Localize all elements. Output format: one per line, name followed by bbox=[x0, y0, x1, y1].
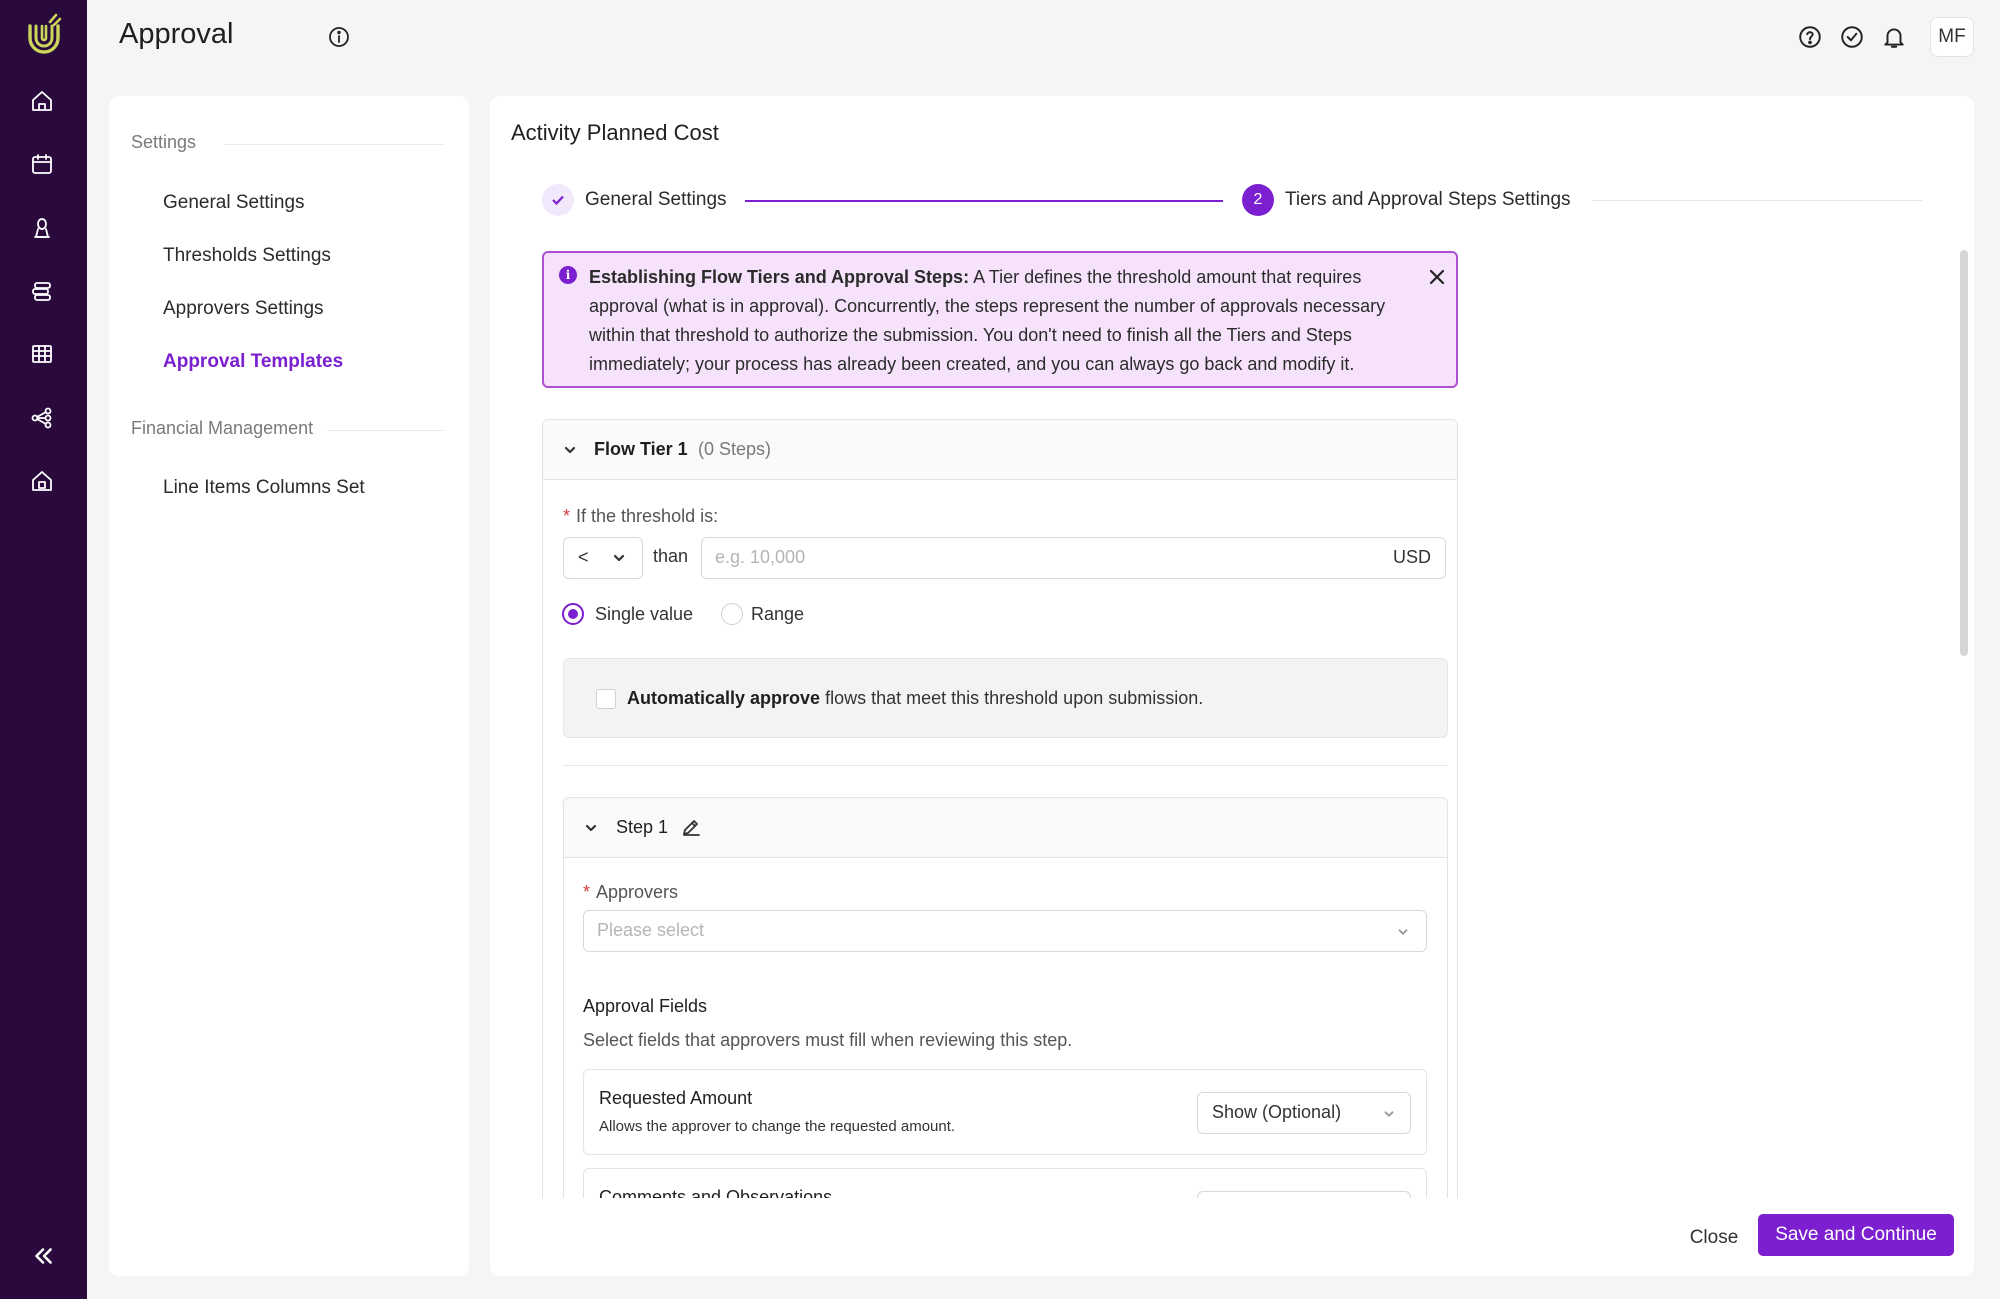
help-icon[interactable] bbox=[1797, 24, 1823, 50]
flow-tier-card: Flow Tier 1 (0 Steps) * If the threshold … bbox=[542, 419, 1458, 1276]
flow-tier-title: Flow Tier 1 bbox=[594, 439, 688, 459]
chevron-down-icon bbox=[612, 551, 626, 565]
info-icon: i bbox=[559, 266, 577, 284]
approvers-label: * Approvers bbox=[583, 882, 679, 902]
group-title-financial-management: Financial Management bbox=[131, 418, 314, 438]
approval-field-name: Requested Amount bbox=[599, 1088, 753, 1108]
threshold-amount-field[interactable]: USD bbox=[701, 537, 1446, 579]
nav-item-thresholds-settings[interactable]: Thresholds Settings bbox=[163, 245, 331, 267]
chevron-down-icon bbox=[1383, 1107, 1395, 1119]
info-banner: i Establishing Flow Tiers and Approval S… bbox=[542, 251, 1458, 388]
close-icon[interactable] bbox=[1427, 267, 1447, 287]
avatar[interactable]: MF bbox=[1930, 17, 1974, 57]
step-complete-check-icon[interactable] bbox=[542, 184, 574, 216]
step-header[interactable]: Step 1 bbox=[564, 798, 1447, 858]
building-icon[interactable] bbox=[28, 467, 56, 495]
divider bbox=[327, 430, 444, 431]
currency-label: USD bbox=[1392, 547, 1431, 567]
stepper-connector bbox=[745, 200, 1223, 202]
close-button[interactable]: Close bbox=[1680, 1218, 1748, 1258]
page-title: Approval bbox=[119, 18, 234, 50]
avatar-initials: MF bbox=[1938, 26, 1966, 47]
approval-fields-title: Approval Fields bbox=[583, 996, 708, 1016]
nav-item-general-settings[interactable]: General Settings bbox=[163, 192, 305, 214]
scrollbar-thumb[interactable] bbox=[1960, 250, 1968, 656]
divider bbox=[224, 144, 444, 145]
divider bbox=[563, 765, 1448, 766]
settings-panel: Settings General Settings Thresholds Set… bbox=[109, 96, 469, 1276]
footer-area bbox=[490, 1198, 1974, 1276]
stepper: General Settings 2 Tiers and Approval St… bbox=[542, 180, 1952, 220]
approval-field-visibility-select[interactable]: Show (Optional) bbox=[1197, 1092, 1411, 1134]
approval-fields-description: Select fields that approvers must fill w… bbox=[583, 1030, 1073, 1050]
info-icon[interactable] bbox=[327, 25, 351, 49]
page-header: Approval MF bbox=[87, 0, 2000, 74]
nav-item-approval-templates[interactable]: Approval Templates bbox=[163, 351, 343, 373]
step-1-label[interactable]: General Settings bbox=[585, 189, 727, 211]
check-circle-icon[interactable] bbox=[1839, 24, 1865, 50]
chevron-down-icon bbox=[1397, 925, 1409, 937]
radio-range[interactable] bbox=[721, 603, 743, 625]
stack-icon[interactable] bbox=[28, 277, 56, 305]
radio-range-label[interactable]: Range bbox=[751, 604, 804, 625]
calendar-icon[interactable] bbox=[28, 150, 56, 178]
chevron-down-icon bbox=[584, 821, 598, 835]
approvers-placeholder: Please select bbox=[597, 920, 705, 940]
step-2-number[interactable]: 2 bbox=[1242, 184, 1274, 216]
auto-approve-label[interactable]: Automatically approve flows that meet th… bbox=[627, 688, 1203, 709]
operator-value: < bbox=[578, 547, 589, 567]
threshold-label: * If the threshold is: bbox=[563, 506, 719, 526]
auto-approve-checkbox[interactable] bbox=[596, 689, 616, 709]
approval-field-visibility-value: Show (Optional) bbox=[1212, 1102, 1342, 1122]
stepper-connector bbox=[1592, 200, 1922, 201]
table-icon[interactable] bbox=[28, 340, 56, 368]
chevron-down-icon bbox=[563, 443, 577, 457]
flow-tier-header[interactable]: Flow Tier 1 (0 Steps) bbox=[543, 420, 1457, 480]
save-and-continue-button[interactable]: Save and Continue bbox=[1758, 1214, 1954, 1256]
approval-field-card: Requested Amount Allows the approver to … bbox=[583, 1069, 1427, 1155]
banner-text: Establishing Flow Tiers and Approval Ste… bbox=[589, 263, 1419, 379]
nav-item-line-items-columns-set[interactable]: Line Items Columns Set bbox=[163, 477, 365, 499]
auto-approve-box: Automatically approve flows that meet th… bbox=[563, 658, 1448, 738]
step-2-label[interactable]: Tiers and Approval Steps Settings bbox=[1285, 189, 1571, 211]
flow-tier-step-count: (0 Steps) bbox=[698, 439, 772, 459]
double-chevron-left-icon[interactable] bbox=[28, 1242, 58, 1270]
section-title: Activity Planned Cost bbox=[511, 120, 719, 145]
app-logo[interactable] bbox=[24, 12, 64, 56]
operator-select[interactable]: < bbox=[563, 537, 643, 579]
edit-pencil-icon[interactable] bbox=[681, 817, 701, 837]
bell-icon[interactable] bbox=[1881, 24, 1907, 50]
group-title-settings: Settings bbox=[131, 132, 197, 152]
radio-single-value-label[interactable]: Single value bbox=[595, 604, 693, 625]
award-icon[interactable] bbox=[28, 214, 56, 242]
threshold-amount-input[interactable] bbox=[715, 547, 1355, 568]
app-rail bbox=[0, 0, 87, 1299]
approval-field-description: Allows the approver to change the reques… bbox=[599, 1118, 956, 1135]
approvers-select[interactable]: Please select bbox=[583, 910, 1427, 952]
home-icon[interactable] bbox=[28, 87, 56, 115]
main-panel: Activity Planned Cost General Settings 2… bbox=[490, 96, 1974, 1276]
share-icon[interactable] bbox=[28, 404, 56, 432]
banner-title: Establishing Flow Tiers and Approval Ste… bbox=[589, 267, 970, 287]
than-label: than bbox=[653, 546, 689, 566]
nav-item-approvers-settings[interactable]: Approvers Settings bbox=[163, 298, 324, 320]
radio-single-value[interactable] bbox=[562, 603, 584, 625]
step-name: Step 1 bbox=[616, 817, 669, 837]
